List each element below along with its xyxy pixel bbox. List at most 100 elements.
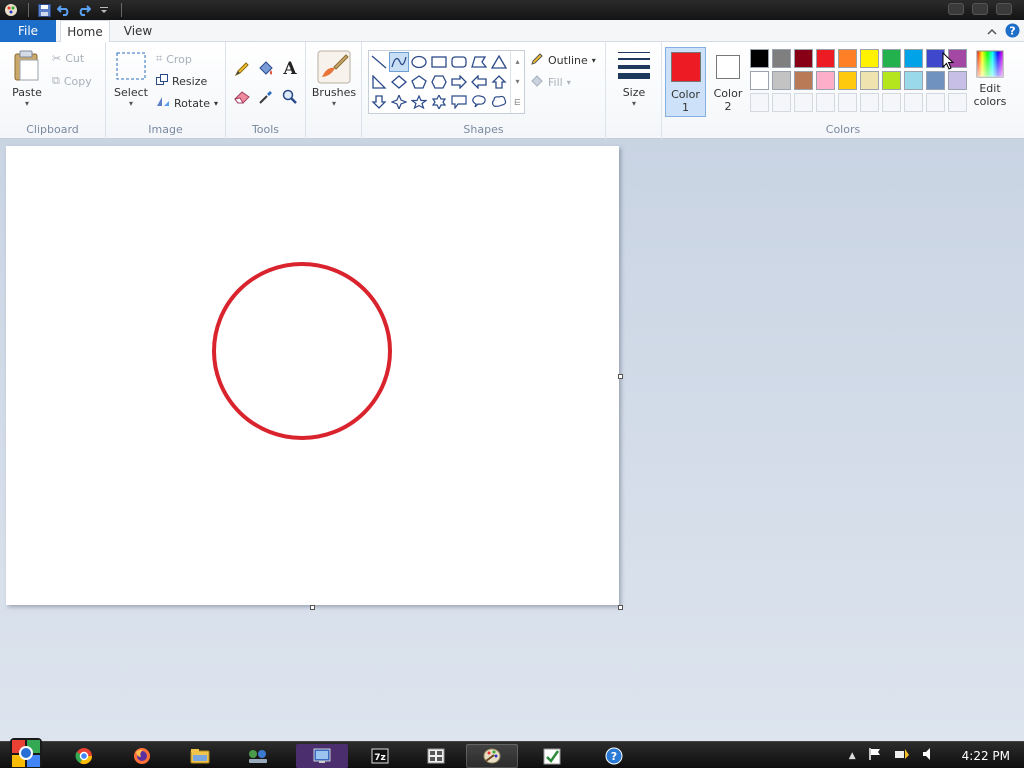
start-button[interactable] <box>8 736 44 768</box>
scroll-up-icon[interactable]: ▴ <box>515 57 519 66</box>
crop-button[interactable]: ⌗ Crop <box>156 52 192 66</box>
firefox-icon[interactable] <box>116 744 168 768</box>
down-arrow-shape-icon[interactable] <box>369 92 389 112</box>
six-point-star-shape-icon[interactable] <box>429 92 449 112</box>
paint-icon[interactable] <box>466 744 518 768</box>
palette-swatch[interactable] <box>882 71 901 90</box>
custom-color-slot[interactable] <box>926 93 945 112</box>
triangle-shape-icon[interactable] <box>489 52 509 72</box>
scroll-down-icon[interactable]: ▾ <box>515 77 519 86</box>
palette-swatch[interactable] <box>750 71 769 90</box>
drawing-canvas[interactable] <box>6 146 619 605</box>
oval-shape-icon[interactable] <box>409 52 429 72</box>
file-explorer-icon[interactable] <box>174 744 226 768</box>
palette-swatch[interactable] <box>794 71 813 90</box>
custom-color-slot[interactable] <box>882 93 901 112</box>
help-icon[interactable]: ? <box>588 744 640 768</box>
four-point-star-shape-icon[interactable] <box>389 92 409 112</box>
magnifier-icon[interactable] <box>280 87 300 107</box>
diamond-shape-icon[interactable] <box>389 72 409 92</box>
network-icon[interactable] <box>232 744 284 768</box>
color2-button[interactable]: Color 2 <box>708 47 748 117</box>
close-button[interactable] <box>996 3 1012 15</box>
rotate-button[interactable]: Rotate ▾ <box>156 96 218 110</box>
copy-button[interactable]: ⧉ Copy <box>52 74 92 88</box>
right-arrow-shape-icon[interactable] <box>449 72 469 92</box>
brushes-button[interactable]: Brushes ▾ <box>312 50 356 108</box>
right-triangle-shape-icon[interactable] <box>369 72 389 92</box>
canvas-resize-handle-corner[interactable] <box>618 605 623 610</box>
tab-home[interactable]: Home <box>60 20 110 43</box>
fill-bucket-icon[interactable] <box>256 59 276 79</box>
maximize-button[interactable] <box>972 3 988 15</box>
chrome-icon[interactable] <box>58 744 110 768</box>
action-center-flag-icon[interactable] <box>868 747 882 764</box>
minimize-button[interactable] <box>948 3 964 15</box>
custom-color-slot[interactable] <box>772 93 791 112</box>
palette-swatch[interactable] <box>838 71 857 90</box>
palette-swatch[interactable] <box>816 49 835 68</box>
custom-color-slot[interactable] <box>948 93 967 112</box>
redo-icon[interactable] <box>75 1 93 19</box>
text-tool-icon[interactable]: A <box>280 59 300 79</box>
palette-swatch[interactable] <box>794 49 813 68</box>
select-button[interactable]: Select ▾ <box>112 52 150 108</box>
tasks-icon[interactable] <box>526 744 578 768</box>
shapes-gallery-scroller[interactable]: ▴ ▾ ⋿ <box>510 51 524 113</box>
taskbar-clock[interactable]: 4:22 PM <box>962 749 1010 763</box>
fill-button[interactable]: Fill ▾ <box>530 74 571 91</box>
hexagon-shape-icon[interactable] <box>429 72 449 92</box>
palette-swatch[interactable] <box>860 71 879 90</box>
paste-button[interactable]: Paste ▾ <box>8 50 46 108</box>
palette-swatch[interactable] <box>772 71 791 90</box>
palette-swatch[interactable] <box>772 49 791 68</box>
up-arrow-shape-icon[interactable] <box>489 72 509 92</box>
line-shape-icon[interactable] <box>369 52 389 72</box>
palette-swatch[interactable] <box>948 71 967 90</box>
custom-color-slot[interactable] <box>838 93 857 112</box>
eraser-icon[interactable] <box>232 87 252 107</box>
rectangle-callout-shape-icon[interactable] <box>449 92 469 112</box>
cut-button[interactable]: ✂ Cut <box>52 52 84 65</box>
canvas-resize-handle-bottom[interactable] <box>310 605 315 610</box>
pentagon-shape-icon[interactable] <box>409 72 429 92</box>
customize-qat-icon[interactable] <box>95 1 113 19</box>
canvas-workspace[interactable] <box>0 139 1024 743</box>
palette-swatch[interactable] <box>860 49 879 68</box>
tab-file[interactable]: File <box>0 20 56 42</box>
palette-swatch[interactable] <box>882 49 901 68</box>
custom-color-slot[interactable] <box>794 93 813 112</box>
custom-color-slot[interactable] <box>904 93 923 112</box>
color1-button[interactable]: Color 1 <box>665 47 706 117</box>
polygon-shape-icon[interactable] <box>469 52 489 72</box>
app-grid-icon[interactable] <box>410 744 462 768</box>
palette-swatch[interactable] <box>926 71 945 90</box>
tab-view[interactable]: View <box>118 20 158 42</box>
palette-swatch[interactable] <box>750 49 769 68</box>
palette-swatch[interactable] <box>904 49 923 68</box>
size-button[interactable]: Size ▾ <box>614 50 654 108</box>
paint-app-icon[interactable] <box>2 1 20 19</box>
rounded-rectangle-shape-icon[interactable] <box>449 52 469 72</box>
network-status-icon[interactable] <box>894 747 910 764</box>
palette-swatch[interactable] <box>904 71 923 90</box>
rectangle-shape-icon[interactable] <box>429 52 449 72</box>
custom-color-slot[interactable] <box>750 93 769 112</box>
palette-swatch[interactable] <box>838 49 857 68</box>
resize-button[interactable]: Resize <box>156 74 207 88</box>
custom-color-slot[interactable] <box>860 93 879 112</box>
palette-swatch[interactable] <box>816 71 835 90</box>
edit-colors-button[interactable]: Edit colors <box>968 50 1012 108</box>
canvas-resize-handle-right[interactable] <box>618 374 623 379</box>
five-point-star-shape-icon[interactable] <box>409 92 429 112</box>
show-hidden-icons-icon[interactable]: ▲ <box>849 751 856 761</box>
custom-color-slot[interactable] <box>816 93 835 112</box>
cloud-callout-shape-icon[interactable] <box>489 92 509 112</box>
undo-icon[interactable] <box>55 1 73 19</box>
paste-dropdown-icon[interactable]: ▾ <box>25 99 29 108</box>
volume-icon[interactable] <box>922 747 936 764</box>
color-picker-icon[interactable] <box>256 87 276 107</box>
save-icon[interactable] <box>35 1 53 19</box>
collapse-ribbon-icon[interactable] <box>987 26 997 39</box>
gallery-more-icon[interactable]: ⋿ <box>514 98 521 107</box>
